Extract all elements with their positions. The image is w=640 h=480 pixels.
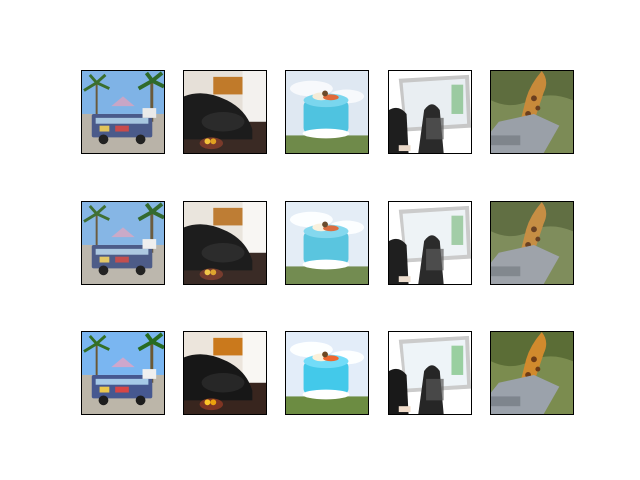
image-grid-figure bbox=[0, 0, 640, 480]
bus-scene-image bbox=[81, 70, 165, 154]
giraffe-image bbox=[490, 70, 574, 154]
laptop-desk-image bbox=[388, 331, 472, 415]
blue-cake-image bbox=[285, 70, 369, 154]
blue-cake-image bbox=[285, 331, 369, 415]
bus-scene-image bbox=[81, 201, 165, 285]
bus-scene-image bbox=[81, 331, 165, 415]
giraffe-image bbox=[490, 331, 574, 415]
blue-cake-image bbox=[285, 201, 369, 285]
giraffe-image bbox=[490, 201, 574, 285]
kitchen-scene-image bbox=[183, 70, 267, 154]
kitchen-scene-image bbox=[183, 331, 267, 415]
kitchen-scene-image bbox=[183, 201, 267, 285]
laptop-desk-image bbox=[388, 70, 472, 154]
laptop-desk-image bbox=[388, 201, 472, 285]
